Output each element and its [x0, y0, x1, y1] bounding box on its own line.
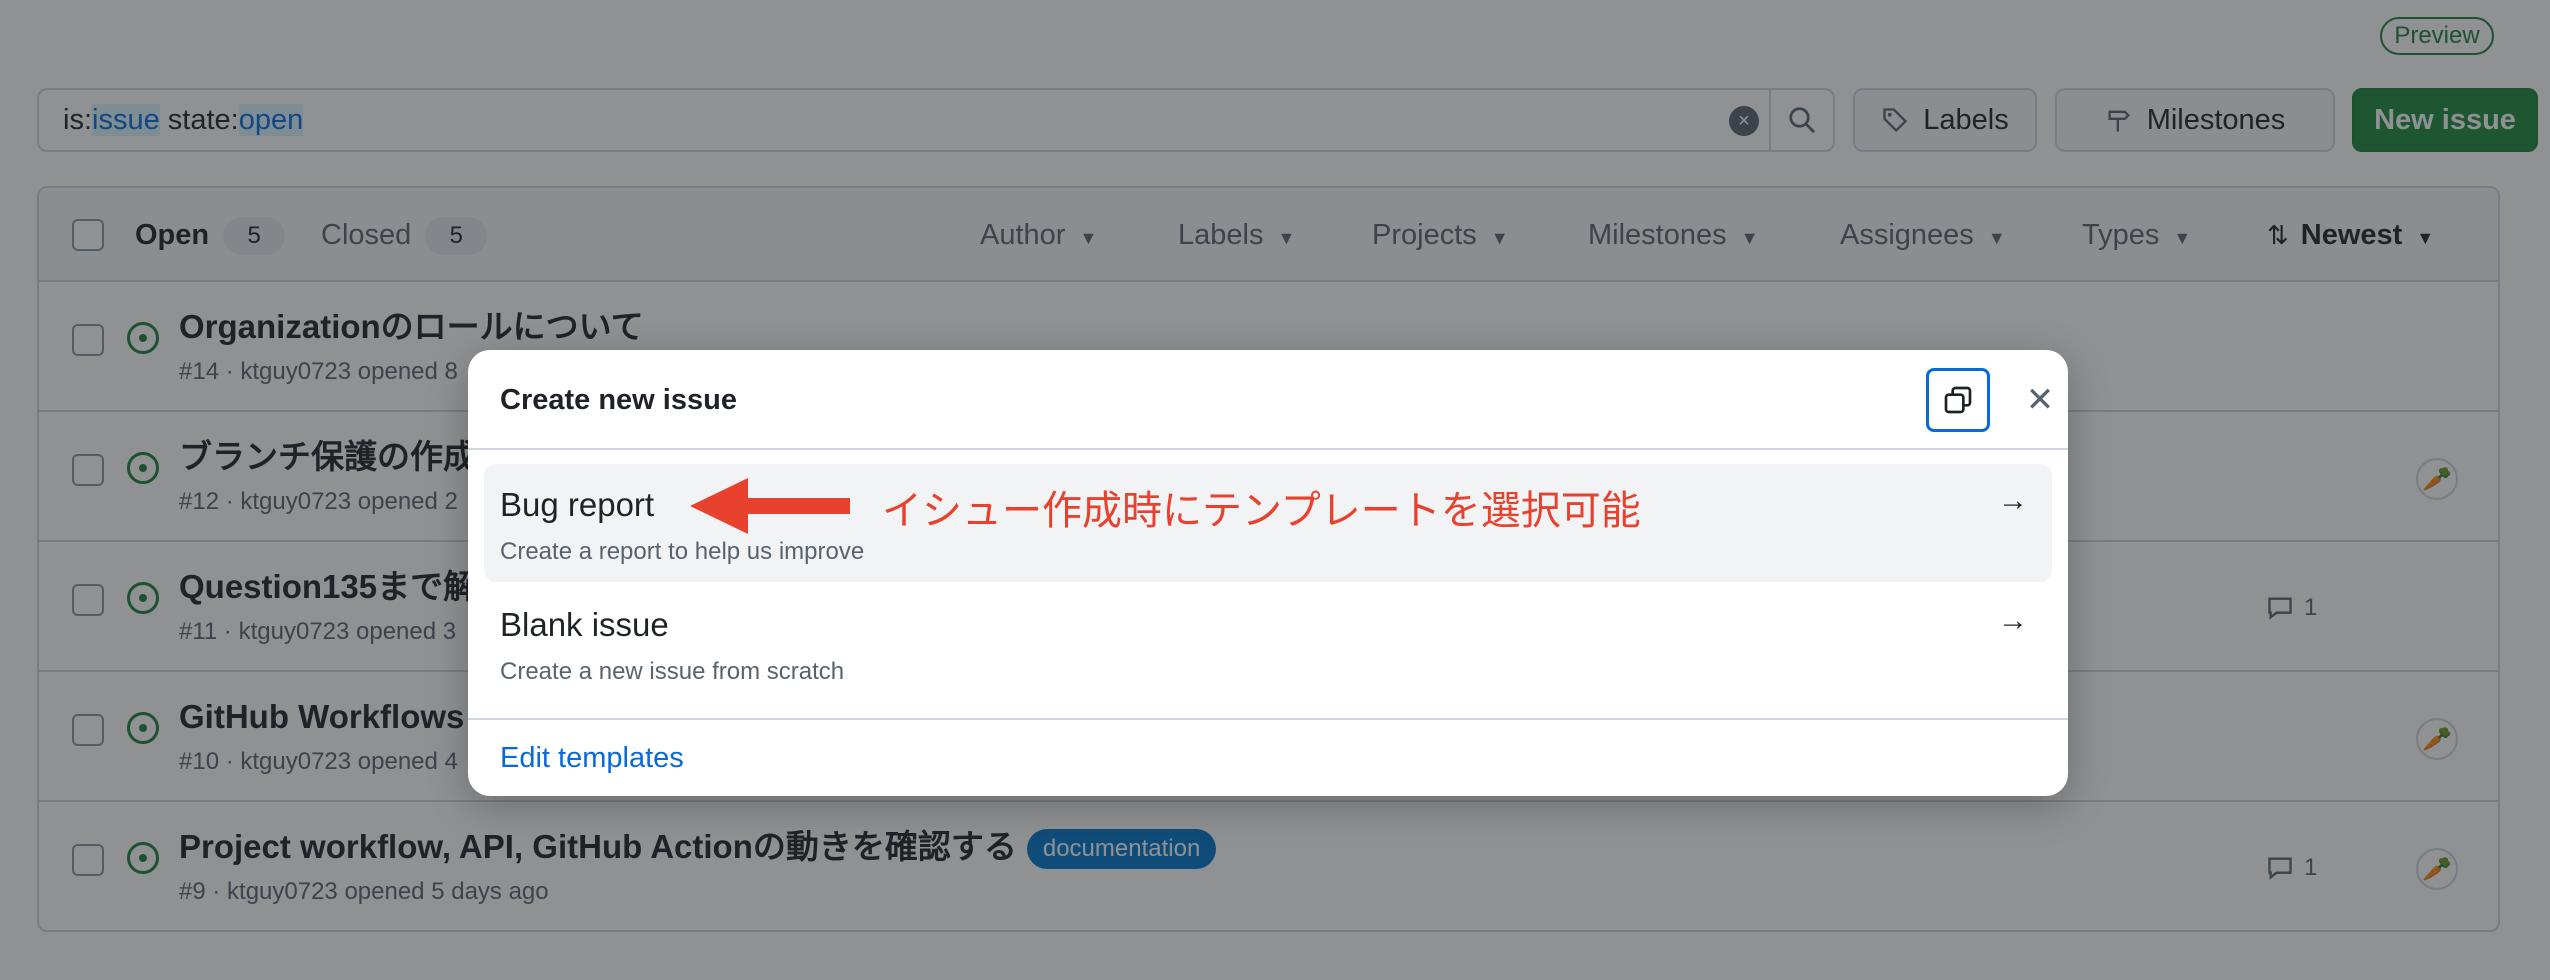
- template-blank-issue[interactable]: Blank issue Create a new issue from scra…: [484, 584, 2052, 702]
- dialog-footer: Edit templates: [468, 718, 2068, 796]
- copy-icon: [1944, 386, 1972, 414]
- annotation-text: イシュー作成時にテンプレートを選択可能: [882, 489, 1641, 533]
- edit-templates-link[interactable]: Edit templates: [500, 720, 684, 796]
- annotation-arrow: [690, 478, 850, 534]
- create-issue-dialog: Create new issue ✕ Bug report Create a r…: [468, 350, 2068, 796]
- dialog-header: Create new issue ✕: [468, 350, 2068, 450]
- copy-button[interactable]: [1926, 368, 1990, 432]
- arrow-right-icon: →: [1998, 604, 2028, 637]
- close-icon[interactable]: ✕: [2008, 368, 2072, 432]
- dialog-title: Create new issue: [500, 384, 737, 416]
- template-name: Blank issue: [500, 606, 669, 643]
- arrow-right-icon: →: [1998, 484, 2028, 517]
- template-description: Create a new issue from scratch: [500, 658, 845, 685]
- template-name: Bug report: [500, 486, 655, 523]
- template-description: Create a report to help us improve: [500, 538, 865, 565]
